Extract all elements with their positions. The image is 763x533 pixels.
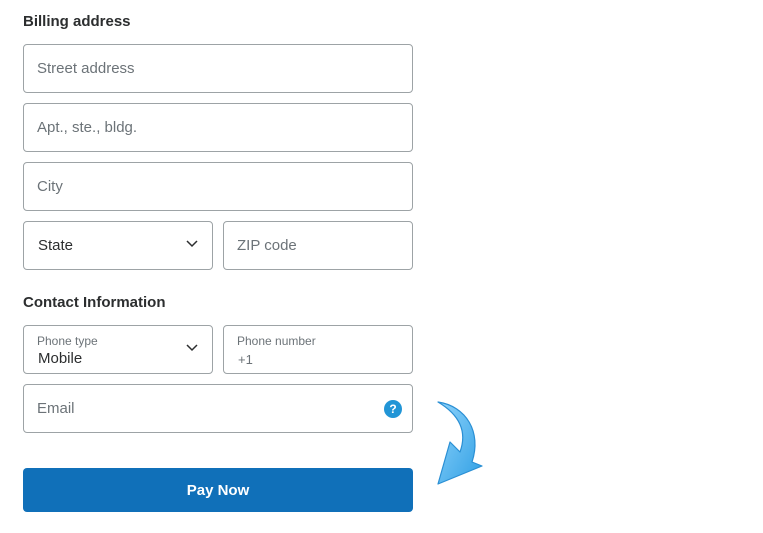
checkout-form: Billing address State Contact Informatio… bbox=[0, 0, 763, 533]
billing-address-heading: Billing address bbox=[23, 13, 131, 30]
zip-code-field[interactable] bbox=[223, 221, 413, 270]
apt-input[interactable] bbox=[24, 104, 412, 151]
phone-type-select[interactable]: Phone type Mobile bbox=[23, 325, 213, 374]
state-select[interactable]: State bbox=[23, 221, 213, 270]
apt-field[interactable] bbox=[23, 103, 413, 152]
city-input[interactable] bbox=[24, 163, 412, 210]
phone-number-field[interactable]: Phone number +1 bbox=[223, 325, 413, 374]
zip-code-input[interactable] bbox=[224, 222, 412, 269]
phone-country-code: +1 bbox=[238, 352, 253, 367]
city-field[interactable] bbox=[23, 162, 413, 211]
phone-type-value: Mobile bbox=[38, 350, 83, 367]
pay-now-button[interactable]: Pay Now bbox=[23, 468, 413, 512]
help-icon[interactable]: ? bbox=[384, 400, 402, 418]
chevron-down-icon bbox=[186, 240, 198, 248]
email-input[interactable] bbox=[24, 385, 412, 432]
chevron-down-icon bbox=[186, 344, 198, 352]
phone-number-label: Phone number bbox=[237, 334, 316, 348]
state-select-value: State bbox=[38, 237, 74, 254]
phone-type-label: Phone type bbox=[37, 334, 98, 348]
email-field[interactable]: ? bbox=[23, 384, 413, 433]
contact-information-heading: Contact Information bbox=[23, 294, 166, 311]
street-address-field[interactable] bbox=[23, 44, 413, 93]
street-address-input[interactable] bbox=[24, 45, 412, 92]
curved-arrow-icon bbox=[437, 401, 483, 485]
